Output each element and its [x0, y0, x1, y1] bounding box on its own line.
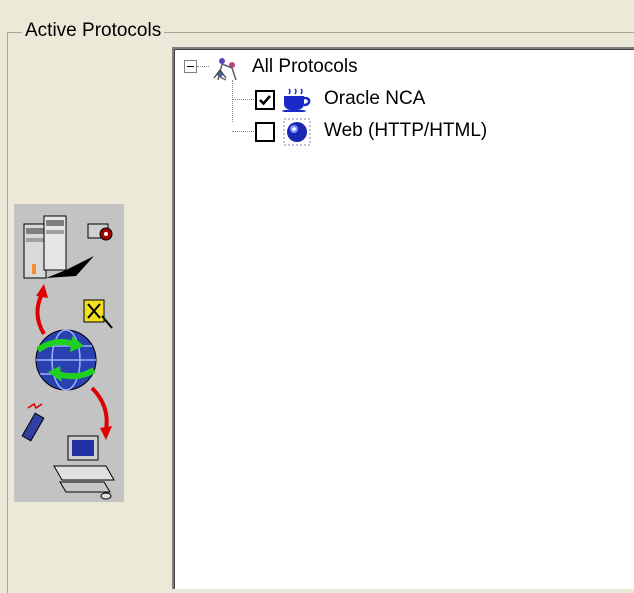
- mobile-phone-icon: [21, 402, 45, 442]
- tree-connector: [232, 99, 254, 100]
- java-cup-icon: [281, 86, 311, 117]
- globe-icon: [35, 329, 97, 391]
- tree-item-all-protocols[interactable]: All Protocols: [252, 56, 358, 78]
- group-title: Active Protocols: [22, 20, 165, 42]
- tree-item-oracle-nca[interactable]: Oracle NCA: [324, 88, 425, 110]
- web-http-html-checkbox[interactable]: [255, 122, 275, 142]
- illustration-graphic: [21, 215, 115, 500]
- tree-connector: [197, 66, 209, 67]
- network-protocols-illustration: [14, 204, 124, 502]
- desktop-computer-icon: [53, 435, 115, 500]
- key-card-icon: [83, 299, 113, 329]
- collapse-toggle[interactable]: [184, 60, 197, 73]
- all-protocols-icon: [212, 54, 242, 87]
- server-icon: [23, 215, 94, 279]
- check-mark-icon: [259, 95, 271, 106]
- web-globe-icon: [283, 118, 311, 151]
- tree-item-web-http-html[interactable]: Web (HTTP/HTML): [324, 120, 487, 142]
- tree-connector: [232, 131, 254, 132]
- camera-icon: [87, 223, 113, 241]
- oracle-nca-checkbox[interactable]: [255, 90, 275, 110]
